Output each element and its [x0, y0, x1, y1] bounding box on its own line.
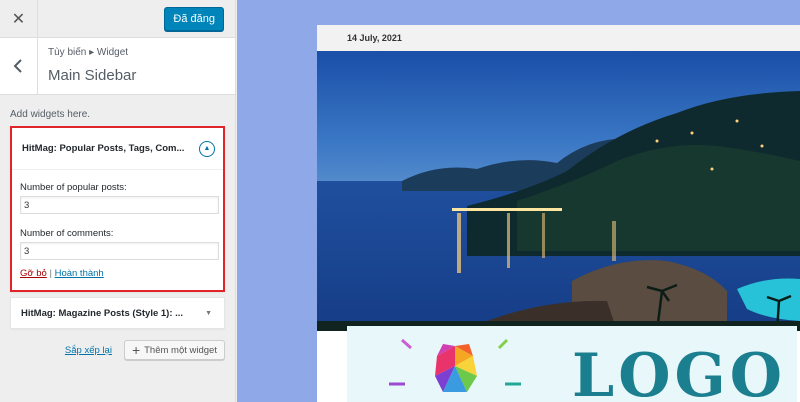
action-separator: |	[49, 268, 52, 279]
publish-button[interactable]: Đã đăng	[164, 6, 224, 31]
chevron-left-icon	[13, 59, 22, 73]
widget-title: HitMag: Magazine Posts (Style 1): ...	[21, 307, 184, 319]
featured-image[interactable]	[317, 51, 800, 331]
add-widget-button[interactable]: + Thêm một widget	[123, 340, 225, 360]
done-link[interactable]: Hoàn thành	[55, 268, 104, 279]
popular-posts-input[interactable]	[20, 196, 219, 214]
panel-description: Add widgets here.	[10, 109, 91, 120]
widget-form: Number of popular posts: Number of comme…	[12, 170, 223, 279]
collapse-arrow-icon[interactable]: ▲	[199, 140, 215, 157]
customizer-sidebar: ✕ Đã đăng Tùy biến ▸ Widget Main Sidebar…	[0, 0, 236, 402]
logo-banner[interactable]: LOGO	[347, 326, 797, 402]
widget-footer: Sắp xếp lại + Thêm một widget	[10, 340, 225, 360]
logo-text: LOGO	[572, 341, 786, 402]
reorder-link[interactable]: Sắp xếp lại	[65, 345, 112, 356]
comments-label: Number of comments:	[20, 228, 114, 239]
popular-posts-label: Number of popular posts:	[20, 182, 127, 193]
add-widget-label: Thêm một widget	[144, 344, 217, 356]
customizer-topbar: ✕ Đã đăng	[0, 0, 235, 38]
back-button[interactable]	[0, 38, 38, 94]
page-title: Main Sidebar	[48, 67, 137, 84]
widget-header[interactable]: HitMag: Popular Posts, Tags, Com... ▲	[12, 128, 223, 170]
widget-header[interactable]: HitMag: Magazine Posts (Style 1): ... ▼	[11, 298, 224, 328]
remove-widget-link[interactable]: Gỡ bỏ	[20, 268, 47, 279]
widget-popular-posts: HitMag: Popular Posts, Tags, Com... ▲ Nu…	[10, 126, 225, 292]
post-date: 14 July, 2021	[317, 25, 800, 51]
comments-input[interactable]	[20, 242, 219, 260]
widget-actions: Gỡ bỏ | Hoàn thành	[20, 268, 217, 279]
breadcrumb: Tùy biến ▸ Widget	[48, 47, 129, 58]
widget-title: HitMag: Popular Posts, Tags, Com...	[22, 143, 185, 154]
plus-icon: +	[131, 342, 141, 358]
panel-header: Tùy biến ▸ Widget Main Sidebar	[0, 38, 235, 95]
expand-arrow-icon[interactable]: ▼	[205, 310, 216, 317]
widget-magazine-posts[interactable]: HitMag: Magazine Posts (Style 1): ... ▼	[10, 297, 225, 329]
close-icon[interactable]: ✕	[0, 0, 38, 38]
site-preview: 14 July, 2021 LOGO	[237, 0, 800, 402]
panel-title-box: Tùy biến ▸ Widget Main Sidebar	[38, 38, 136, 94]
coastal-night-photo	[317, 51, 800, 331]
